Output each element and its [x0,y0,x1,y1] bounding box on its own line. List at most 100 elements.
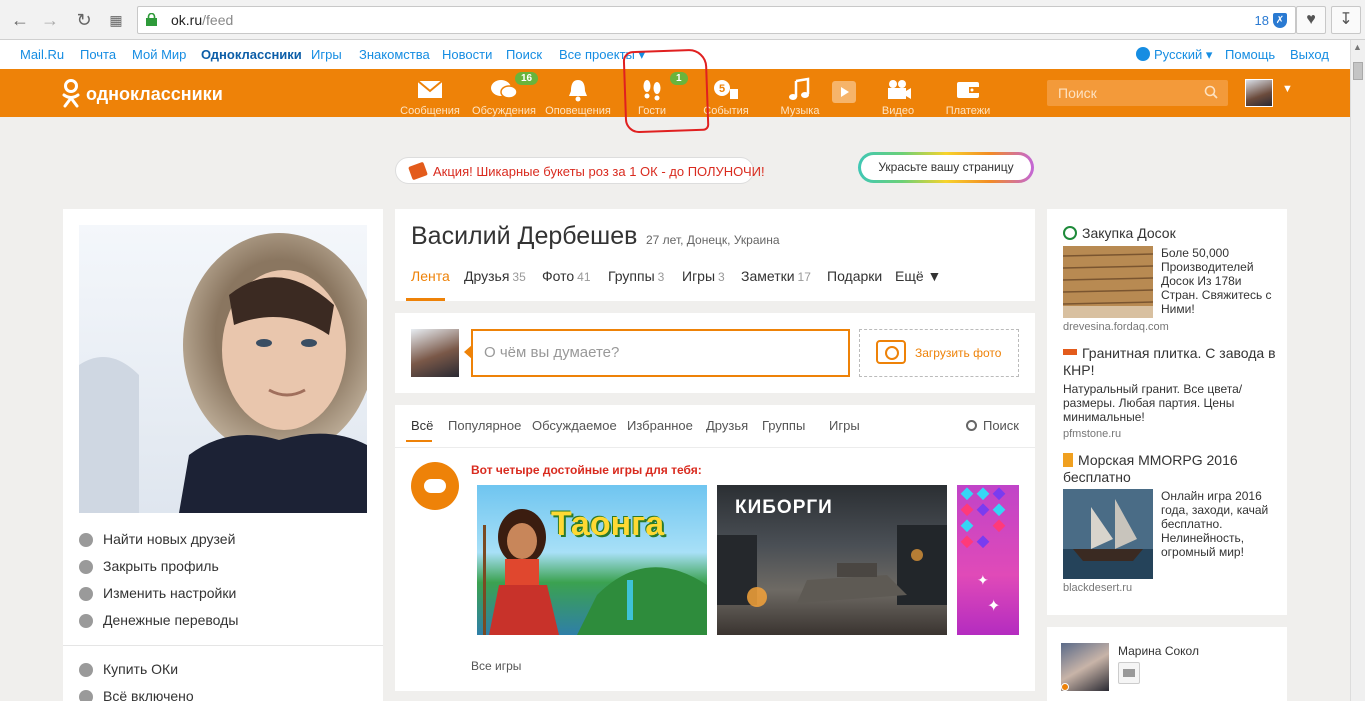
page-scrollbar[interactable]: ▲ ▼ [1350,40,1365,701]
game-card-cyborgs[interactable]: КИБОРГИ [717,485,947,635]
ad-granite[interactable]: Гранитная плитка. С завода в КНР! Натура… [1063,345,1277,445]
portal-link-mymir[interactable]: Мой Мир [132,47,186,62]
shield-icon[interactable]: ✗ [1273,13,1287,28]
feed-active-tab-indicator [406,440,432,442]
composer-avatar [411,329,459,377]
nav-music[interactable]: Музыка [763,69,837,117]
nav-messages[interactable]: Сообщения [393,69,467,117]
nav-video[interactable]: Видео [861,69,935,117]
tab-photos[interactable]: Фото 41 [542,268,591,284]
feed-tab-games[interactable]: Игры [829,418,860,433]
back-icon[interactable]: ← [8,8,32,32]
feed-tab-all[interactable]: Всё [411,418,433,433]
menu-find-friends[interactable]: Найти новых друзей [79,531,359,553]
tab-more[interactable]: Ещё ▼ [895,268,941,284]
scroll-up-icon[interactable]: ▲ [1353,42,1362,52]
game-card-gems[interactable]: ✦ ✦ [957,485,1019,635]
guests-badge: 1 [670,72,688,85]
language-selector[interactable]: Русский ▾ [1136,47,1212,63]
promo-banner[interactable]: Акция! Шикарные букеты роз за 1 ОК - до … [395,157,765,184]
portal-link-ok[interactable]: Одноклассники [201,47,302,62]
feed-search-button[interactable]: Поиск [965,418,1019,433]
portal-link-dating[interactable]: Знакомства [359,47,430,62]
menu-all-inclusive[interactable]: Всё включено [79,688,359,701]
nav-messages-label: Сообщения [400,105,460,117]
tab-groups-label: Группы [608,268,655,284]
scrollbar-thumb[interactable] [1353,62,1363,80]
tab-friends[interactable]: Друзья 35 [464,268,526,284]
tab-groups[interactable]: Группы 3 [608,268,664,284]
ok-header: одноклассники Сообщения Обсуждения 16 Оп… [0,69,1350,117]
header-avatar[interactable] [1245,79,1273,107]
menu-close-profile[interactable]: Закрыть профиль [79,558,359,580]
game-gems-art: ✦ ✦ [960,487,1006,615]
menu-find-friends-label: Найти новых друзей [103,531,236,547]
profile-card: Василий Дербешев 27 лет, Донецк, Украина… [395,209,1035,301]
feed-tab-favorites[interactable]: Избранное [627,418,693,433]
tab-games-count: 3 [718,270,725,284]
friend-name[interactable]: Марина Сокол [1118,644,1199,658]
menu-buy-oks[interactable]: Купить ОКи [79,661,359,683]
ads-column: Закупка Досок Боле 50,000 Производителей… [1047,209,1287,615]
nav-discussions[interactable]: Обсуждения 16 [467,69,541,117]
all-games-link[interactable]: Все игры [471,659,521,673]
portal-link-mailru[interactable]: Mail.Ru [20,47,64,62]
download-icon[interactable]: ↧ [1331,6,1361,34]
tab-notes-count: 17 [797,270,811,284]
forward-icon[interactable]: → [38,8,62,32]
tab-feed[interactable]: Лента [411,268,450,284]
ad-mmorpg[interactable]: Морская MMORPG 2016 бесплатно Онлайн игр… [1063,452,1277,602]
tab-gifts[interactable]: Подарки [827,268,882,284]
upload-photo-button[interactable]: Загрузить фото [859,329,1019,377]
menu-change-settings[interactable]: Изменить настройки [79,585,359,607]
nav-notifications-label: Оповещения [545,105,611,117]
feed-tab-friends[interactable]: Друзья [706,418,748,433]
tab-notes[interactable]: Заметки 17 [741,268,811,284]
feed-tab-popular[interactable]: Популярное [448,418,521,433]
bookmark-heart-icon[interactable]: ♥ [1296,6,1326,34]
apps-grid-icon[interactable]: ▦ [104,8,128,32]
url-domain: ok.ru [171,12,203,28]
reload-icon[interactable]: ↻ [72,8,96,32]
portal-link-help[interactable]: Помощь [1225,47,1275,62]
ad-boards[interactable]: Закупка Досок Боле 50,000 Производителей… [1063,225,1277,337]
portal-link-logout[interactable]: Выход [1290,47,1329,62]
chevron-down-icon[interactable]: ▼ [1282,83,1293,95]
tab-photos-label: Фото [542,268,575,284]
divider [395,447,1035,448]
portal-link-news[interactable]: Новости [442,47,492,62]
profile-photo[interactable] [79,225,367,513]
tab-groups-count: 3 [657,270,665,284]
feed-tab-groups[interactable]: Группы [762,418,805,433]
gamepad-icon [411,462,459,510]
nav-payments[interactable]: Платежи [931,69,1005,117]
feed-tab-discussed[interactable]: Обсуждаемое [532,418,617,433]
nav-notifications[interactable]: Оповещения [541,69,615,117]
url-path: /feed [202,12,234,28]
profile-photo-image [79,225,367,513]
portal-link-all-projects[interactable]: Все проекты ▾ [559,47,645,63]
portal-link-search[interactable]: Поиск [506,47,542,62]
portal-link-mail[interactable]: Почта [80,47,116,62]
price-tag-icon [408,161,428,181]
nav-payments-label: Платежи [945,105,991,117]
message-icon[interactable] [1118,662,1140,684]
tab-friends-count: 35 [512,270,526,284]
header-search-input[interactable] [1047,80,1197,106]
ad-boards-desc: Боле 50,000 Производителей Досок Из 178и… [1161,246,1272,316]
search-icon[interactable] [1204,85,1218,99]
portal-link-games[interactable]: Игры [311,47,342,62]
url-text: ok.ru/feed [171,12,233,28]
status-input[interactable]: О чём вы думаете? [464,329,850,377]
decorate-page-button[interactable]: Украсьте вашу страницу [858,152,1034,183]
logo-text: одноклассники [86,84,223,104]
nav-events[interactable]: 5 События [689,69,763,117]
play-button-icon[interactable] [832,81,856,103]
nav-guests-label: Гости [637,105,667,117]
game-card-taonga[interactable]: Таонга [477,485,707,635]
address-bar[interactable]: ok.ru/feed 18 ✗ [137,6,1296,34]
ad-mmorpg-source: blackdesert.ru [1063,582,1133,594]
tab-games[interactable]: Игры 3 [682,268,725,284]
menu-money-transfers[interactable]: Денежные переводы [79,612,359,634]
nav-guests[interactable]: Гости 1 [615,69,689,117]
